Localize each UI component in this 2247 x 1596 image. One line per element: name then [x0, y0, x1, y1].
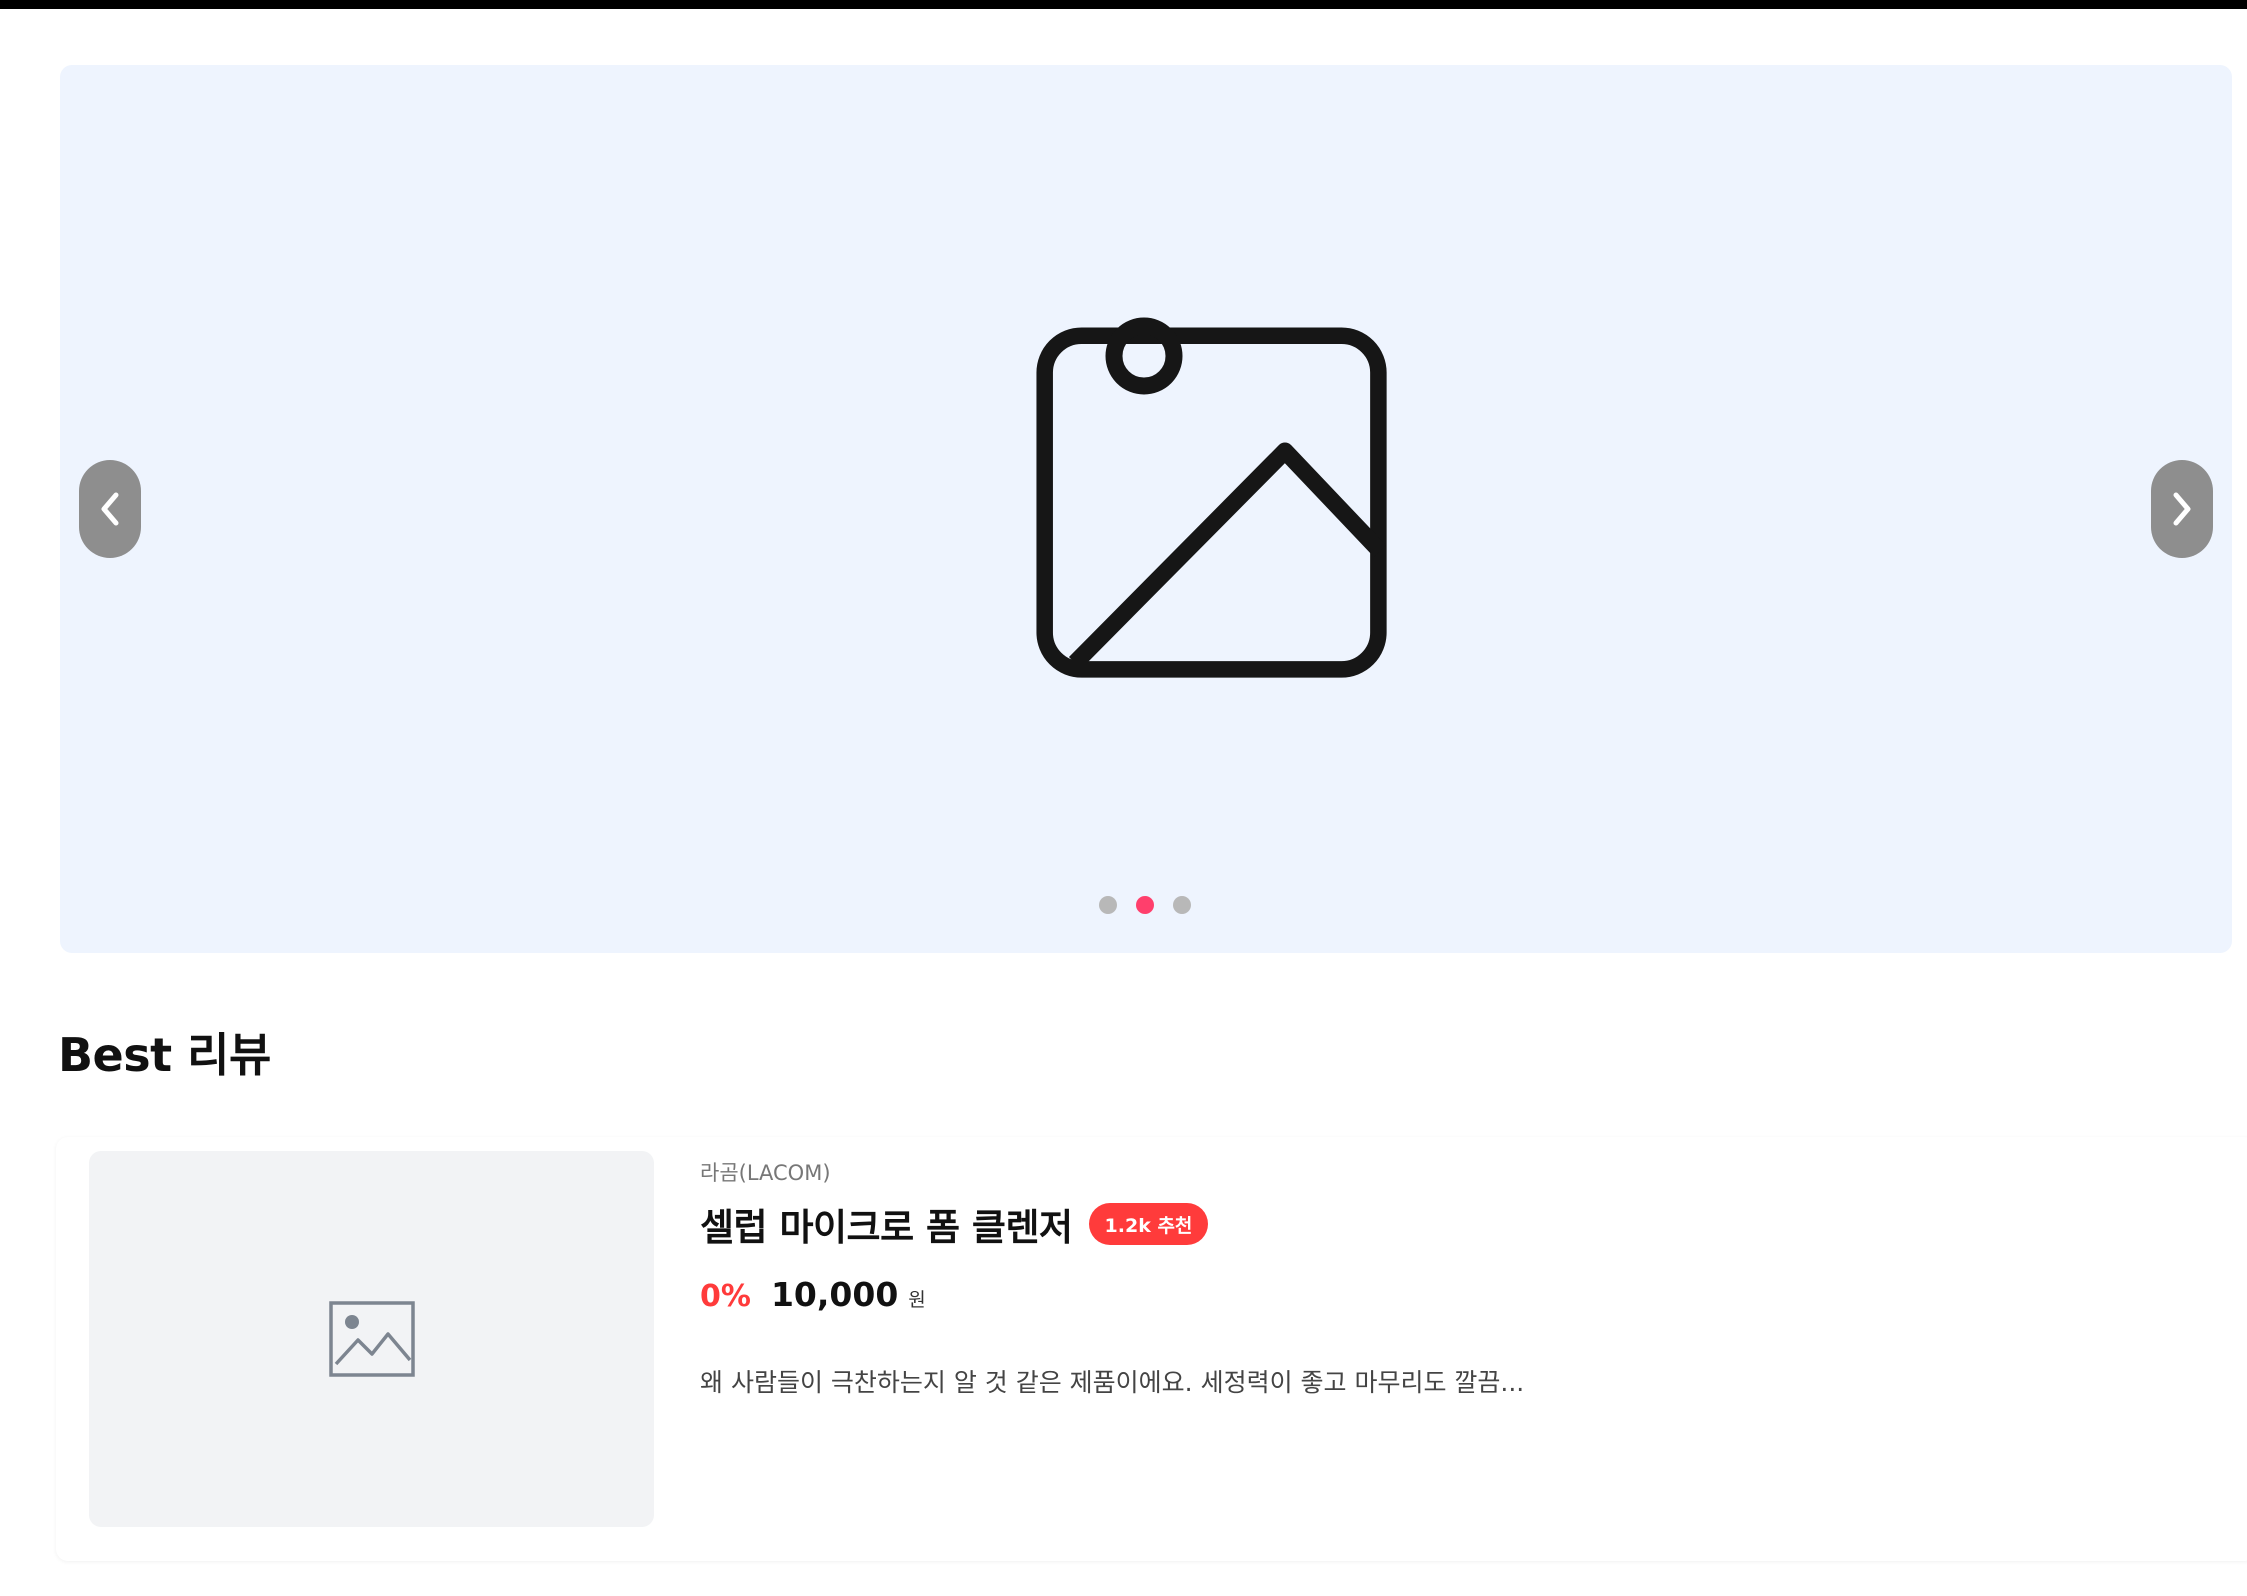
- carousel-dot-2[interactable]: [1136, 896, 1154, 914]
- review-text: 왜 사람들이 극찬하는지 알 것 같은 제품이에요. 세정력이 좋고 마무리도 …: [700, 1368, 1525, 1397]
- image-placeholder-icon: [328, 1301, 415, 1377]
- product-name[interactable]: 셀럽 마이크로 폼 클렌저: [700, 1197, 1073, 1251]
- image-placeholder-icon: [1036, 317, 1387, 678]
- page: Best 리뷰 라곰(LACOM) 셀럽 마이크로 폼 클렌저 1.2k 추천 …: [0, 9, 2247, 1596]
- chevron-left-icon: [101, 492, 119, 526]
- carousel-next-button[interactable]: [2151, 460, 2213, 558]
- price-row: 0% 10,000 원: [700, 1275, 926, 1314]
- brand-name: 라곰(LACOM): [700, 1161, 831, 1185]
- currency: 원: [908, 1289, 926, 1311]
- product-title-row: 셀럽 마이크로 폼 클렌저 1.2k 추천: [700, 1197, 1209, 1251]
- section-title: Best 리뷰: [58, 1028, 271, 1082]
- recommend-badge: 1.2k 추천: [1088, 1203, 1209, 1245]
- best-review-card[interactable]: 라곰(LACOM) 셀럽 마이크로 폼 클렌저 1.2k 추천 0% 10,00…: [56, 1137, 2247, 1561]
- price: 10,000: [770, 1275, 899, 1314]
- carousel-prev-button[interactable]: [79, 460, 141, 558]
- product-thumbnail[interactable]: [89, 1151, 654, 1527]
- carousel-dot-1[interactable]: [1099, 896, 1117, 914]
- banner-carousel[interactable]: [60, 65, 2232, 953]
- chevron-right-icon: [2173, 492, 2191, 526]
- carousel-dot-3[interactable]: [1173, 896, 1191, 914]
- carousel-dots: [60, 896, 2232, 916]
- discount-rate: 0%: [700, 1279, 751, 1314]
